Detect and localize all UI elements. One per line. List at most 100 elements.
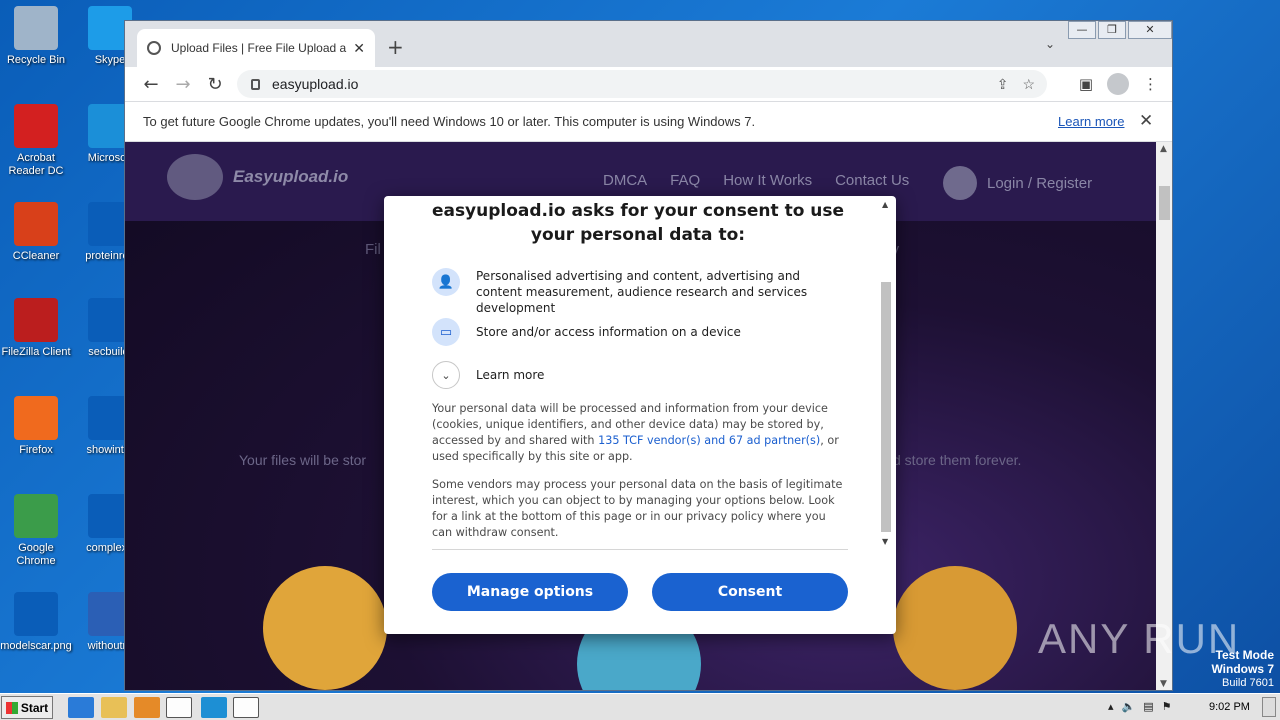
site-logo[interactable]: Easyupload.io bbox=[167, 154, 348, 200]
reload-icon[interactable]: ↻ bbox=[201, 74, 229, 95]
desktop-icon-acrobat-reader-dc[interactable]: Acrobat Reader DC bbox=[0, 104, 72, 178]
minimize-button[interactable]: — bbox=[1068, 21, 1096, 39]
desktop-icon-modelscar-png[interactable]: modelscar.png bbox=[0, 592, 72, 653]
lock-icon[interactable] bbox=[251, 78, 260, 90]
start-label: Start bbox=[20, 700, 49, 715]
app-icon bbox=[14, 494, 58, 538]
back-arrow-icon[interactable]: ← bbox=[137, 74, 165, 95]
taskbar-app-icon[interactable] bbox=[233, 697, 259, 718]
dialog-scrollbar[interactable]: ▲ ▼ bbox=[881, 200, 891, 546]
browser-tab[interactable]: Upload Files | Free File Upload and T ✕ bbox=[137, 29, 375, 67]
purpose-personalised-ads: 👤 Personalised advertising and content, … bbox=[432, 268, 848, 316]
site-nav: DMCA FAQ How It Works Contact Us bbox=[603, 172, 909, 189]
desktop-icon-google-chrome[interactable]: Google Chrome bbox=[0, 494, 72, 568]
system-tray: ▴ 🔈 ▤ ⚑ bbox=[1108, 700, 1172, 713]
build-text: Build 7601 bbox=[1222, 677, 1274, 689]
app-icon bbox=[14, 6, 58, 50]
windows-flag-icon bbox=[5, 701, 18, 714]
volume-icon[interactable]: 🔈 bbox=[1122, 700, 1136, 713]
network-icon[interactable]: ▤ bbox=[1143, 700, 1153, 713]
desktop-icon-label: CCleaner bbox=[12, 250, 60, 262]
scroll-thumb[interactable] bbox=[1159, 186, 1170, 220]
bookmark-star-icon[interactable]: ☆ bbox=[1022, 76, 1035, 93]
cloud-logo-icon bbox=[167, 154, 223, 200]
page-scrollbar[interactable]: ▲ ▼ bbox=[1156, 142, 1172, 690]
desktop-icon-filezilla-client[interactable]: FileZilla Client bbox=[0, 298, 72, 359]
infobar-learn-more-link[interactable]: Learn more bbox=[1058, 114, 1124, 129]
scroll-up-arrow-icon[interactable]: ▲ bbox=[1160, 144, 1167, 154]
globe-icon bbox=[147, 41, 161, 55]
start-button[interactable]: Start bbox=[1, 696, 53, 719]
title-bar: Upload Files | Free File Upload and T ✕ … bbox=[125, 21, 1172, 67]
learn-more-toggle[interactable]: ⌄ Learn more bbox=[432, 361, 848, 389]
purpose-store-access: ▭ Store and/or access information on a d… bbox=[432, 318, 848, 346]
show-desktop-button[interactable] bbox=[1262, 697, 1276, 717]
url-text: easyupload.io bbox=[272, 76, 359, 92]
puzzle-illustration bbox=[893, 566, 1017, 690]
site-nav-contact-us[interactable]: Contact Us bbox=[835, 172, 909, 189]
info-text-fragment-right: d store them forever. bbox=[893, 452, 1022, 468]
hero-text-fragment: Fil bbox=[365, 241, 381, 258]
clock[interactable]: 9:02 PM bbox=[1209, 701, 1250, 713]
close-window-button[interactable]: ✕ bbox=[1128, 21, 1172, 39]
restore-button[interactable]: ❐ bbox=[1098, 21, 1126, 39]
tab-title: Upload Files | Free File Upload and T bbox=[171, 41, 347, 55]
side-panel-icon[interactable]: ▣ bbox=[1079, 75, 1093, 93]
app-icon bbox=[14, 202, 58, 246]
site-nav-faq[interactable]: FAQ bbox=[670, 172, 700, 189]
consent-paragraph-2: Some vendors may process your personal d… bbox=[432, 478, 843, 539]
tab-search-chevron-icon[interactable]: ⌄ bbox=[1045, 37, 1055, 51]
user-icon bbox=[943, 166, 977, 200]
taskbar-media-player-icon[interactable] bbox=[134, 697, 160, 718]
login-label: Login / Register bbox=[987, 174, 1093, 192]
taskbar-ie-icon[interactable] bbox=[68, 697, 94, 718]
window-controls: — ❐ ✕ bbox=[1066, 21, 1172, 39]
dialog-scroll-up-icon[interactable]: ▲ bbox=[882, 200, 888, 209]
app-icon bbox=[14, 104, 58, 148]
device-icon: ▭ bbox=[432, 318, 460, 346]
taskbar-explorer-icon[interactable] bbox=[101, 697, 127, 718]
consent-button[interactable]: Consent bbox=[652, 573, 848, 611]
toolbar: ← → ↻ easyupload.io ⇪ ☆ ▣ ⋮ bbox=[125, 67, 1172, 101]
address-bar[interactable]: easyupload.io ⇪ ☆ bbox=[237, 70, 1047, 98]
tray-expand-icon[interactable]: ▴ bbox=[1108, 700, 1114, 713]
profile-avatar-icon[interactable] bbox=[1107, 73, 1129, 95]
dialog-scroll-thumb[interactable] bbox=[881, 282, 891, 532]
app-icon bbox=[14, 592, 58, 636]
windows-version-text: Windows 7 bbox=[1211, 662, 1274, 676]
dialog-scroll-down-icon[interactable]: ▼ bbox=[882, 537, 888, 546]
desktop-icon-recycle-bin[interactable]: Recycle Bin bbox=[0, 6, 72, 67]
infobar-close-icon[interactable]: ✕ bbox=[1139, 111, 1153, 131]
test-mode-label: Test Mode Windows 7 Build 7601 bbox=[1211, 648, 1274, 690]
taskbar-edge-icon[interactable] bbox=[201, 697, 227, 718]
app-icon bbox=[14, 396, 58, 440]
scroll-down-arrow-icon[interactable]: ▼ bbox=[1160, 679, 1167, 689]
app-icon bbox=[14, 298, 58, 342]
login-register-link[interactable]: Login / Register bbox=[943, 166, 1092, 200]
share-icon[interactable]: ⇪ bbox=[997, 76, 1009, 93]
info-text-fragment: Your files will be stor bbox=[239, 452, 367, 468]
test-mode-text: Test Mode bbox=[1215, 648, 1274, 662]
site-logo-text: Easyupload.io bbox=[233, 167, 349, 186]
desktop-icon-label: Google Chrome bbox=[16, 542, 56, 567]
desktop-icon-label: Recycle Bin bbox=[6, 54, 66, 66]
forward-arrow-icon[interactable]: → bbox=[169, 74, 197, 95]
consent-dialog: easyupload.io asks for your consent to u… bbox=[384, 196, 896, 634]
menu-kebab-icon[interactable]: ⋮ bbox=[1143, 75, 1158, 93]
site-nav-how-it-works[interactable]: How It Works bbox=[723, 172, 812, 189]
desktop-icon-ccleaner[interactable]: CCleaner bbox=[0, 202, 72, 263]
vendors-link[interactable]: 135 TCF vendor(s) and 67 ad partner(s) bbox=[598, 434, 820, 447]
infobar-message: To get future Google Chrome updates, you… bbox=[143, 114, 756, 129]
learn-more-label: Learn more bbox=[476, 368, 545, 382]
action-center-flag-icon[interactable]: ⚑ bbox=[1162, 700, 1172, 713]
manage-options-button[interactable]: Manage options bbox=[432, 573, 628, 611]
purpose-text: Personalised advertising and content, ad… bbox=[476, 269, 808, 315]
desktop-icon-label: modelscar.png bbox=[0, 640, 72, 652]
divider bbox=[432, 549, 848, 550]
desktop-icon-firefox[interactable]: Firefox bbox=[0, 396, 72, 457]
new-tab-button[interactable]: + bbox=[387, 35, 404, 59]
anyrun-watermark: ANY RUN bbox=[1038, 615, 1241, 662]
site-nav-dmca[interactable]: DMCA bbox=[603, 172, 647, 189]
tab-close-icon[interactable]: ✕ bbox=[353, 40, 365, 57]
taskbar-chrome-icon[interactable] bbox=[166, 697, 192, 718]
